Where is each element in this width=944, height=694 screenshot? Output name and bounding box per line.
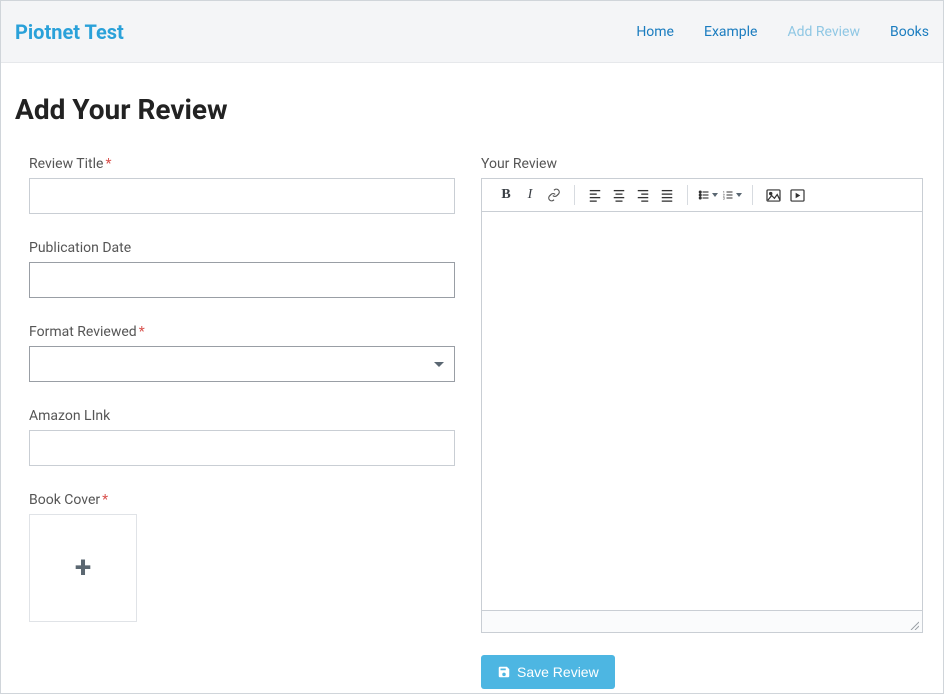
image-icon [766, 189, 781, 202]
page-title: Add Your Review [15, 93, 929, 126]
link-icon [547, 188, 561, 202]
resize-icon [909, 620, 919, 630]
number-list-button[interactable]: 1 2 3 [722, 185, 742, 205]
review-editor-body[interactable] [482, 212, 922, 610]
review-title-label: Review Title* [29, 156, 455, 172]
publication-date-input[interactable] [29, 262, 455, 298]
rich-text-editor: B I [481, 178, 923, 633]
svg-text:3: 3 [723, 197, 725, 201]
link-button[interactable] [544, 185, 564, 205]
number-list-icon: 1 2 3 [722, 188, 734, 202]
resize-handle[interactable] [909, 620, 919, 630]
editor-footer [482, 610, 922, 632]
plus-icon: + [75, 553, 91, 583]
bullet-list-button[interactable] [698, 185, 718, 205]
main-nav: Home Example Add Review Books [636, 24, 929, 40]
insert-image-button[interactable] [763, 185, 783, 205]
align-left-icon [588, 188, 602, 202]
align-justify-icon [660, 188, 674, 202]
chevron-down-icon [736, 193, 742, 197]
nav-home[interactable]: Home [636, 24, 674, 40]
topbar: Piotnet Test Home Example Add Review Boo… [1, 1, 943, 63]
format-reviewed-select[interactable] [29, 346, 455, 382]
review-title-input[interactable] [29, 178, 455, 214]
align-left-button[interactable] [585, 185, 605, 205]
format-reviewed-label: Format Reviewed* [29, 324, 455, 340]
embed-icon [790, 189, 805, 202]
nav-add-review[interactable]: Add Review [787, 24, 860, 40]
select-caret-icon [434, 362, 444, 367]
align-center-button[interactable] [609, 185, 629, 205]
italic-button[interactable]: I [520, 185, 540, 205]
nav-books[interactable]: Books [890, 24, 929, 40]
amazon-link-label: Amazon LInk [29, 408, 455, 424]
your-review-label: Your Review [481, 156, 923, 172]
bold-button[interactable]: B [496, 185, 516, 205]
align-center-icon [612, 188, 626, 202]
publication-date-label: Publication Date [29, 240, 455, 256]
amazon-link-input[interactable] [29, 430, 455, 466]
save-review-button[interactable]: Save Review [481, 655, 615, 689]
align-justify-button[interactable] [657, 185, 677, 205]
insert-embed-button[interactable] [787, 185, 807, 205]
bullet-list-icon [698, 188, 710, 202]
chevron-down-icon [712, 193, 718, 197]
editor-toolbar: B I [482, 179, 922, 212]
brand-title: Piotnet Test [15, 20, 124, 44]
book-cover-upload[interactable]: + [29, 514, 137, 622]
align-right-icon [636, 188, 650, 202]
book-cover-label: Book Cover* [29, 492, 455, 508]
align-right-button[interactable] [633, 185, 653, 205]
save-icon [497, 665, 511, 679]
nav-example[interactable]: Example [704, 24, 757, 40]
